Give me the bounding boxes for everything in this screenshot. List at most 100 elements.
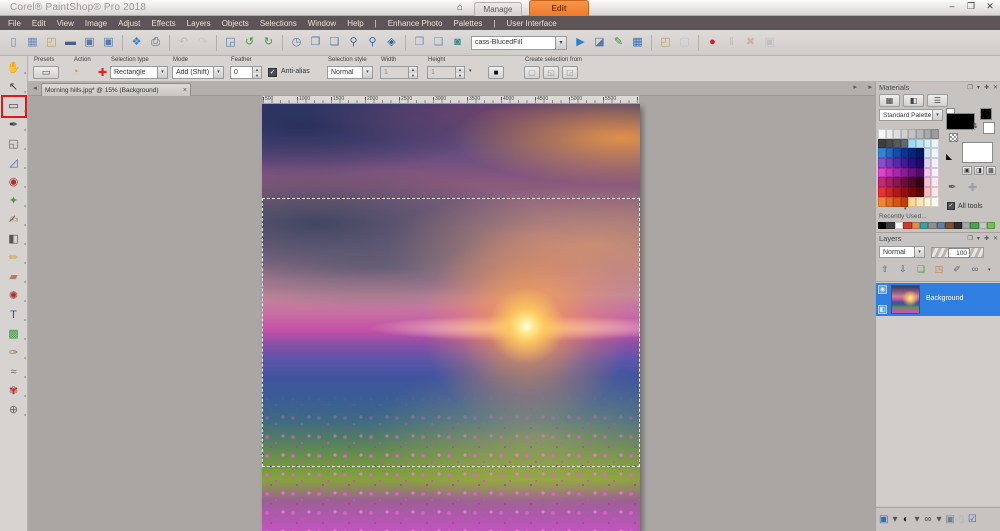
menu-item[interactable]: Enhance Photo	[388, 19, 443, 28]
toolbar-icon[interactable]	[405, 35, 406, 51]
menu-item[interactable]: Layers	[187, 19, 211, 28]
script-output[interactable]: ▦	[629, 34, 646, 51]
recent-swatch[interactable]	[912, 222, 920, 229]
palette-scroll-down-icon[interactable]: ▾	[904, 206, 907, 212]
menu-item[interactable]: View	[57, 19, 74, 28]
zoom-in[interactable]: ⚲	[364, 34, 381, 51]
toolbar-icon[interactable]	[169, 35, 170, 51]
edit-script[interactable]: ✎	[610, 34, 627, 51]
palette-swatch[interactable]	[901, 177, 909, 187]
style-color-button[interactable]: ▣	[962, 166, 972, 175]
recent-swatch[interactable]	[920, 222, 928, 229]
menu-item[interactable]: Image	[85, 19, 107, 28]
palette-swatch[interactable]	[893, 197, 901, 207]
palette-header-icon[interactable]: ▾	[977, 84, 980, 91]
home-icon[interactable]: ⌂	[451, 1, 469, 15]
palette-header-icon[interactable]: ✕	[993, 235, 998, 242]
rotate-left[interactable]: ↺	[241, 34, 258, 51]
menu-item[interactable]: File	[8, 19, 21, 28]
picture-tube-tool[interactable]: ▩	[4, 326, 24, 343]
background-material-swatch[interactable]	[983, 122, 995, 134]
scanner[interactable]: ▬	[62, 34, 79, 51]
palette-dropdown[interactable]: Standard Palette ▾	[879, 109, 943, 121]
zoom-to-image[interactable]: ◈	[383, 34, 400, 51]
toolbar-icon[interactable]	[216, 35, 217, 51]
save-as[interactable]: ▣	[100, 34, 117, 51]
close-button[interactable]: ✕	[984, 1, 996, 12]
palette-swatch[interactable]	[924, 177, 932, 187]
new-layer[interactable]: ❏	[914, 263, 928, 277]
palette-swatch[interactable]	[878, 197, 886, 207]
paint-brush-tool[interactable]: ✏	[4, 250, 24, 267]
copy[interactable]: ❐	[411, 34, 428, 51]
menu-item[interactable]: Help	[347, 19, 363, 28]
chevron-down-icon[interactable]: ▾	[157, 67, 167, 78]
palette-swatch[interactable]	[886, 158, 894, 168]
blank[interactable]: ▢	[676, 34, 693, 51]
oil-brush-tool[interactable]: ✑	[4, 345, 24, 362]
recent-swatch[interactable]	[979, 222, 987, 229]
new-mask-arrow[interactable]: ▾	[912, 513, 921, 528]
mode-dropdown[interactable]: Add (Shift) ▾	[172, 66, 224, 79]
recent-swatch[interactable]	[987, 222, 995, 229]
blend-mode-dropdown[interactable]: Normal ▾	[879, 246, 925, 258]
new-group[interactable]: ◳	[932, 263, 946, 277]
palette-swatch[interactable]	[916, 158, 924, 168]
palette-swatch[interactable]	[886, 129, 894, 139]
airbrush-tool[interactable]: ✺	[4, 288, 24, 305]
palette-header-icon[interactable]: ❐	[968, 84, 973, 91]
palette-swatch[interactable]	[886, 168, 894, 178]
menu-item[interactable]: Edit	[32, 19, 46, 28]
visibility-icon[interactable]: ◉	[878, 285, 887, 294]
move-layer-down[interactable]: ⇩	[896, 263, 910, 277]
swap-colors-icon[interactable]: ⇅	[972, 122, 978, 130]
new-window[interactable]: ❏	[326, 34, 343, 51]
menu-item[interactable]: User Interface	[506, 19, 556, 28]
palette-swatch[interactable]	[886, 187, 894, 197]
pause-script[interactable]: ‖	[723, 34, 740, 51]
palette-swatch[interactable]	[908, 139, 916, 149]
palette-swatch[interactable]	[893, 158, 901, 168]
chevron-down-icon[interactable]: ▾	[988, 267, 991, 273]
menu-item[interactable]: |	[375, 19, 377, 28]
toolbar-icon[interactable]	[122, 35, 123, 51]
selection-style-dropdown[interactable]: Normal ▾	[327, 66, 373, 79]
style-pattern-button[interactable]: ▩	[986, 166, 996, 175]
palette-swatch[interactable]	[931, 148, 939, 158]
palette-swatch[interactable]	[901, 129, 909, 139]
spinner-buttons[interactable]: ▲▼	[252, 67, 261, 78]
palette-swatch[interactable]	[886, 139, 894, 149]
record-script[interactable]: ●	[704, 34, 721, 51]
text-tool[interactable]: T	[4, 307, 24, 324]
pick-tool[interactable]: ↖	[4, 79, 24, 96]
camera[interactable]: ◙	[449, 34, 466, 51]
clone-brush-tool[interactable]: ✍	[4, 212, 24, 229]
tab-manage[interactable]: Manage	[474, 2, 522, 16]
palette-swatch[interactable]	[908, 148, 916, 158]
edit-selection[interactable]: ✐	[950, 263, 964, 277]
palette-swatch[interactable]	[886, 197, 894, 207]
palette-swatch[interactable]	[931, 177, 939, 187]
palette-swatch[interactable]	[931, 158, 939, 168]
tab-scroll-right[interactable]: ▸	[853, 83, 857, 91]
palette-swatch[interactable]	[878, 129, 886, 139]
palette-swatch[interactable]	[924, 148, 932, 158]
recent-swatch[interactable]	[903, 222, 911, 229]
save[interactable]: ▣	[81, 34, 98, 51]
palette-header-icon[interactable]: ✕	[993, 84, 998, 91]
new-adjustment-arrow[interactable]: ▾	[934, 513, 943, 528]
tab-scroll-left[interactable]: ◂	[30, 83, 40, 95]
duplicate-window[interactable]: ❐	[307, 34, 324, 51]
palette-swatch[interactable]	[878, 168, 886, 178]
menu-item[interactable]: Window	[308, 19, 336, 28]
palette-swatch[interactable]	[893, 187, 901, 197]
delete-layer[interactable]: ▯	[957, 513, 966, 528]
palette-swatch[interactable]	[916, 148, 924, 158]
palette-swatch[interactable]	[924, 139, 932, 149]
custom-selection-button[interactable]: ■	[488, 66, 504, 79]
rotate-right[interactable]: ↻	[260, 34, 277, 51]
straighten-tool[interactable]: ◿	[4, 155, 24, 172]
restore-button[interactable]: ❐	[965, 1, 977, 12]
print[interactable]: ⎙	[147, 34, 164, 51]
anti-alias-checkbox[interactable]: ✓	[268, 68, 277, 77]
